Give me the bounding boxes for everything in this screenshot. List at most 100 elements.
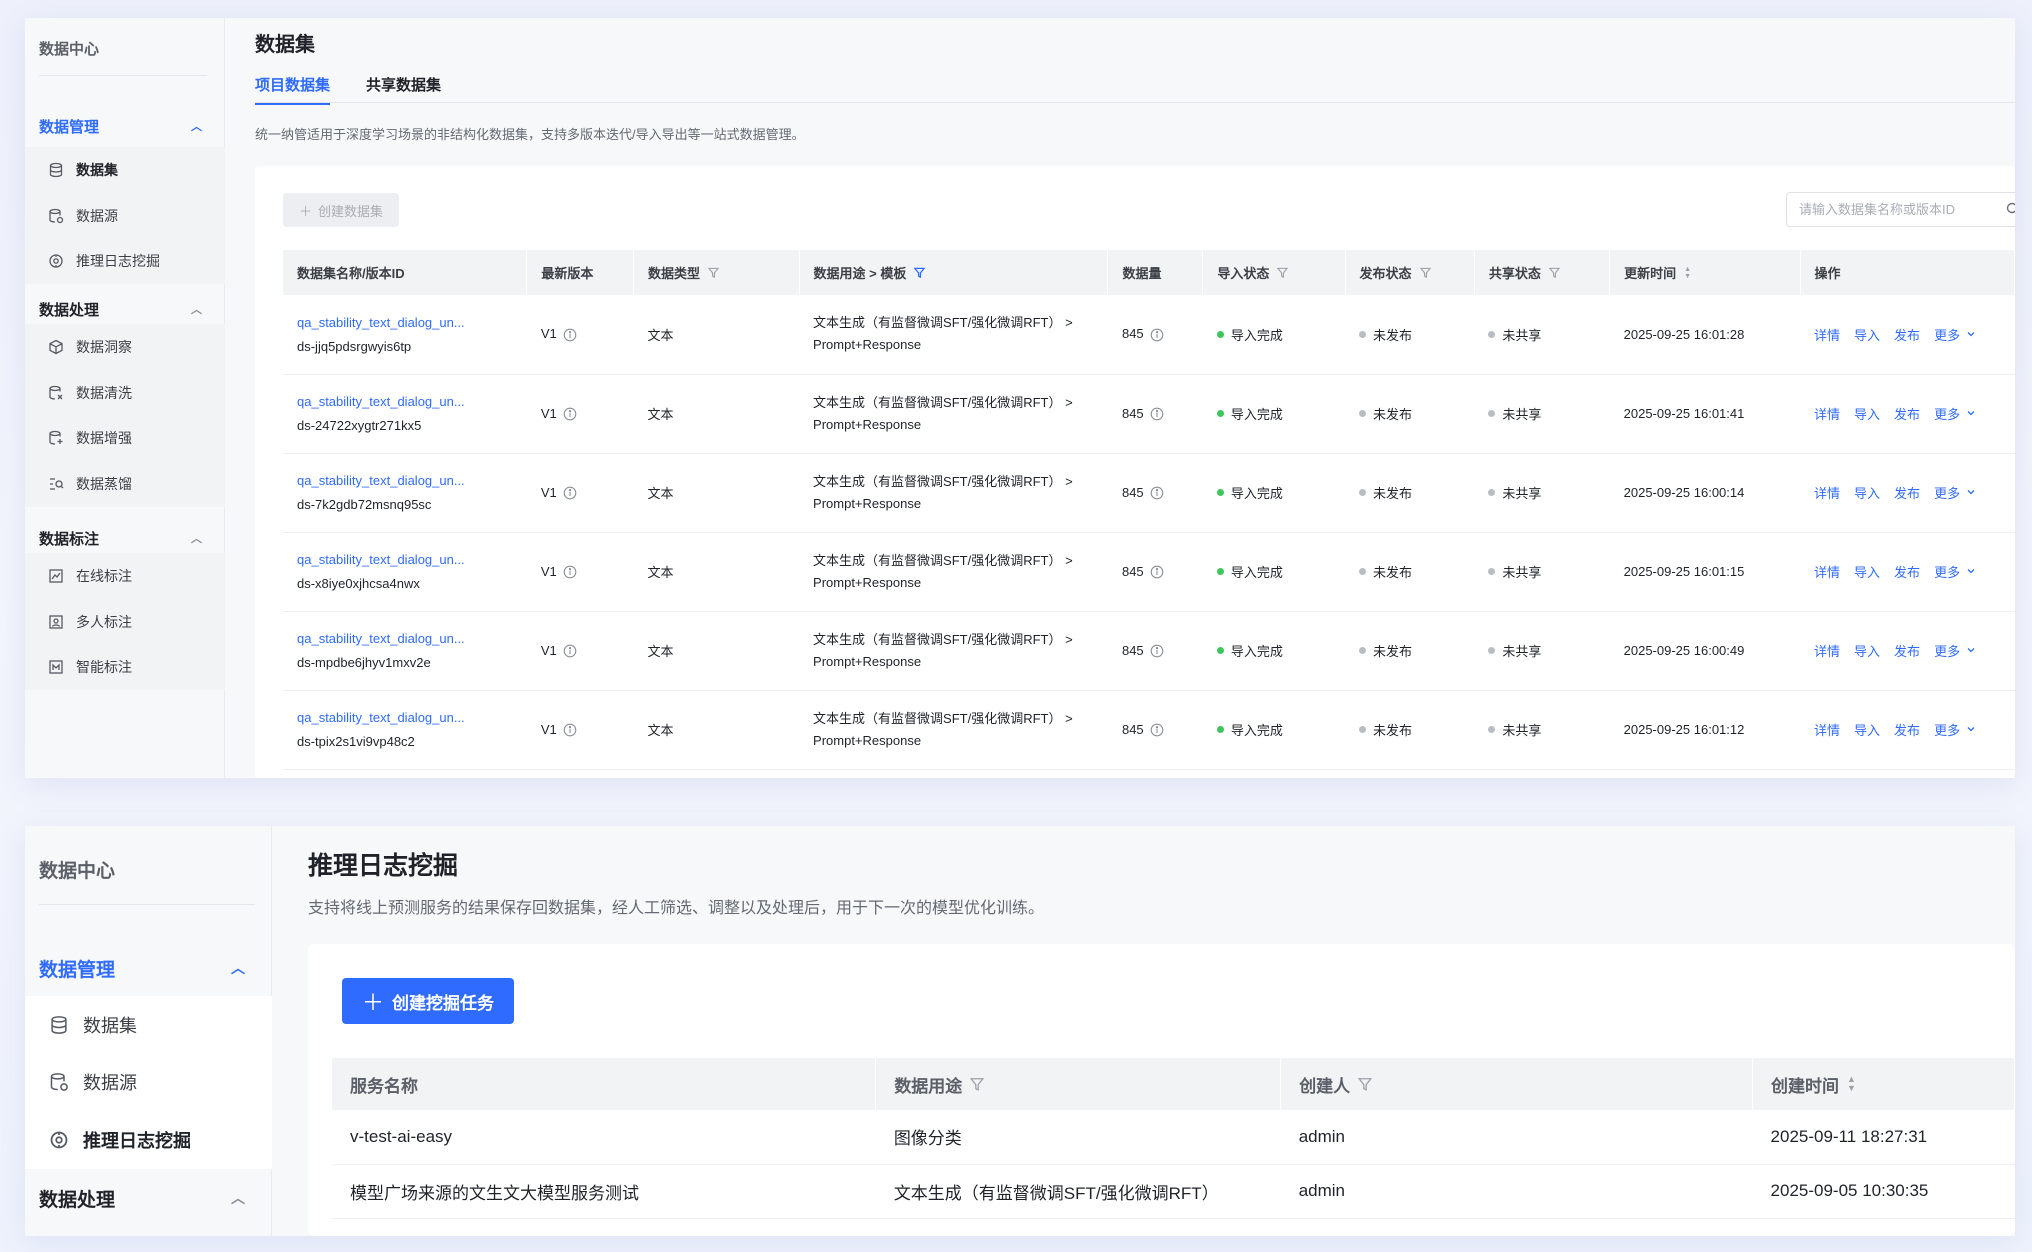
- sidebar-item-label: 数据洞察: [76, 338, 132, 355]
- info-icon[interactable]: [1150, 723, 1164, 737]
- info-icon[interactable]: [1150, 644, 1164, 658]
- import-link[interactable]: 导入: [1854, 562, 1880, 581]
- template-line: Prompt+Response: [813, 495, 922, 511]
- sidebar-item-multi-annotate[interactable]: 多人标注: [25, 599, 225, 645]
- sidebar-item-dataset[interactable]: 数据集: [25, 996, 272, 1054]
- info-icon[interactable]: [1150, 328, 1164, 342]
- create-mining-task-label: 创建挖掘任务: [392, 993, 495, 1013]
- filter-icon[interactable]: [1548, 267, 1560, 278]
- sidebar-item-label: 数据蒸馏: [76, 475, 132, 492]
- sidebar-item-insight[interactable]: 数据洞察: [25, 324, 225, 370]
- filter-icon[interactable]: [914, 267, 926, 278]
- more-dropdown[interactable]: 更多: [1934, 404, 1976, 423]
- sidebar-item-datasource[interactable]: 数据源: [25, 1054, 272, 1112]
- sort-icon[interactable]: ▲ ▼: [1847, 1075, 1856, 1093]
- sidebar-item-online-annotate[interactable]: 在线标注: [25, 553, 225, 599]
- detail-link[interactable]: 详情: [1814, 641, 1840, 660]
- detail-link[interactable]: 详情: [1814, 483, 1840, 502]
- dataset-name-link[interactable]: qa_stability_text_dialog_un...: [297, 394, 513, 409]
- search-input[interactable]: [1786, 192, 2015, 227]
- column-header-count: 数据量: [1107, 250, 1204, 295]
- detail-link[interactable]: 详情: [1814, 404, 1840, 423]
- usage-cell: 文本生成（有监督微调SFT/强化微调RFT） > Prompt+Response: [799, 374, 1108, 454]
- sidebar-group-data-annotation[interactable]: 数据标注 ︿: [25, 523, 224, 553]
- info-icon[interactable]: [563, 565, 577, 579]
- more-dropdown[interactable]: 更多: [1934, 641, 1976, 660]
- publish-link[interactable]: 发布: [1894, 641, 1920, 660]
- import-link[interactable]: 导入: [1854, 404, 1880, 423]
- publish-link[interactable]: 发布: [1894, 404, 1920, 423]
- sidebar-item-dataset[interactable]: 数据集: [25, 147, 225, 193]
- sidebar-group-data-processing[interactable]: 数据处理 ︿: [25, 294, 224, 324]
- sidebar-group-data-management[interactable]: 数据管理 ︿: [25, 111, 224, 141]
- sidebar-group-data-processing[interactable]: 数据处理 ︿: [25, 1178, 271, 1218]
- cube-icon: [48, 339, 64, 355]
- info-icon[interactable]: [563, 328, 577, 342]
- import-link[interactable]: 导入: [1854, 325, 1880, 344]
- table-row[interactable]: v-test-ai-easy 图像分类 admin 2025-09-11 18:…: [332, 1110, 2015, 1165]
- dataset-name-link[interactable]: qa_stability_text_dialog_un...: [297, 631, 513, 646]
- dataset-name-link[interactable]: qa_stability_text_dialog_un...: [297, 552, 513, 567]
- detail-link[interactable]: 详情: [1814, 720, 1840, 739]
- filter-icon[interactable]: [1358, 1077, 1373, 1091]
- template-line: Prompt+Response: [813, 653, 922, 669]
- table-row[interactable]: 模型广场来源的文生文大模型服务测试 文本生成（有监督微调SFT/强化微调RFT）…: [332, 1164, 2015, 1219]
- info-icon[interactable]: [1150, 486, 1164, 500]
- sidebar-item-log-mining[interactable]: 推理日志挖掘: [25, 238, 225, 284]
- import-status-cell: 导入完成: [1202, 295, 1345, 375]
- sidebar-item-log-mining[interactable]: 推理日志挖掘: [25, 1111, 272, 1169]
- filter-icon[interactable]: [1277, 267, 1289, 278]
- sidebar-item-datasource[interactable]: 数据源: [25, 193, 225, 239]
- sidebar-item-clean[interactable]: 数据清洗: [25, 370, 225, 416]
- import-status: 导入完成: [1230, 486, 1283, 501]
- sidebar-item-smart-annotate[interactable]: 智能标注: [25, 644, 225, 690]
- info-icon[interactable]: [563, 486, 577, 500]
- sort-icon[interactable]: ▲ ▼: [1684, 266, 1691, 280]
- import-link[interactable]: 导入: [1854, 641, 1880, 660]
- dataset-name-link[interactable]: qa_stability_text_dialog_un...: [297, 473, 513, 488]
- sidebar-item-distill[interactable]: 数据蒸馏: [25, 461, 225, 507]
- status-dot: [1216, 489, 1224, 496]
- detail-link[interactable]: 详情: [1814, 562, 1840, 581]
- more-dropdown[interactable]: 更多: [1934, 325, 1976, 344]
- publish-link[interactable]: 发布: [1894, 325, 1920, 344]
- import-link[interactable]: 导入: [1854, 483, 1880, 502]
- dataset-name-link[interactable]: qa_stability_text_dialog_un...: [297, 710, 513, 725]
- info-icon[interactable]: [1150, 407, 1164, 421]
- more-dropdown[interactable]: 更多: [1934, 720, 1976, 739]
- dataset-card: ＋ 创建数据集 数据集名称/版本ID 最新版本 数据类型 数据用途 > 模板 数…: [255, 166, 2015, 778]
- detail-link[interactable]: 详情: [1814, 325, 1840, 344]
- more-dropdown[interactable]: 更多: [1934, 483, 1976, 502]
- publish-link[interactable]: 发布: [1894, 562, 1920, 581]
- dataset-name-link[interactable]: qa_stability_text_dialog_un...: [297, 315, 513, 330]
- column-header-name: 数据集名称/版本ID: [283, 250, 528, 295]
- info-icon[interactable]: [1150, 565, 1164, 579]
- usage-cell: 文本生成（有监督微调SFT/强化微调RFT） > Prompt+Response: [799, 295, 1108, 375]
- tab-project-datasets[interactable]: 项目数据集: [255, 74, 331, 105]
- info-icon[interactable]: [563, 407, 577, 421]
- table-row: qa_stability_text_dialog_un... ds-tpix2s1…: [283, 690, 2015, 770]
- filter-icon[interactable]: [970, 1077, 985, 1091]
- publish-link[interactable]: 发布: [1894, 720, 1920, 739]
- count-cell: 845: [1107, 374, 1203, 454]
- filter-icon[interactable]: [708, 267, 719, 278]
- create-mining-task-button[interactable]: ＋ 创建挖掘任务: [342, 978, 515, 1024]
- more-dropdown[interactable]: 更多: [1934, 562, 1976, 581]
- publish-link[interactable]: 发布: [1894, 483, 1920, 502]
- import-status-cell: 导入完成: [1202, 453, 1345, 533]
- sidebar-item-label: 推理日志挖掘: [83, 1130, 191, 1151]
- search-icon[interactable]: [2006, 202, 2015, 216]
- tab-shared-datasets[interactable]: 共享数据集: [366, 74, 441, 105]
- create-dataset-button[interactable]: ＋ 创建数据集: [283, 193, 400, 227]
- import-status: 导入完成: [1230, 723, 1283, 738]
- table-header-row: 数据集名称/版本ID 最新版本 数据类型 数据用途 > 模板 数据量 导入状态 …: [283, 250, 2015, 295]
- column-header-created: 创建时间 ▲ ▼: [1752, 1058, 2015, 1110]
- info-icon[interactable]: [563, 644, 577, 658]
- filter-icon[interactable]: [1419, 267, 1431, 278]
- info-icon[interactable]: [563, 723, 577, 737]
- sidebar-item-enhance[interactable]: 数据增强: [25, 415, 225, 461]
- chevron-up-icon: ︿: [231, 960, 245, 976]
- page-description: 支持将线上预测服务的结果保存回数据集，经人工筛选、调整以及处理后，用于下一次的模…: [308, 900, 1045, 917]
- import-link[interactable]: 导入: [1854, 720, 1880, 739]
- sidebar-group-data-management[interactable]: 数据管理 ︿: [25, 948, 271, 988]
